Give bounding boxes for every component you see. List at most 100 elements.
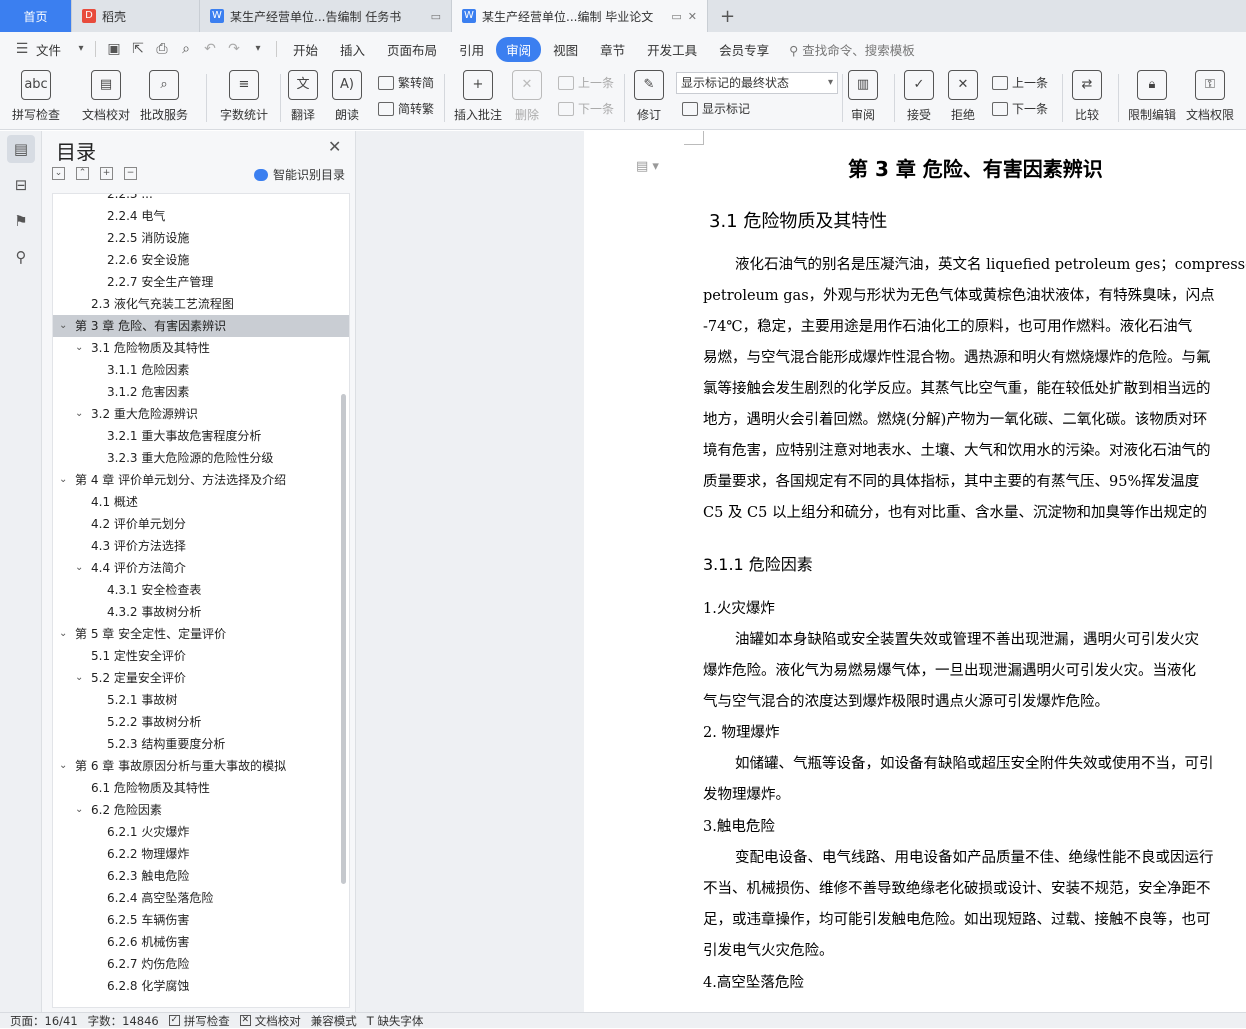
batch-service-button[interactable]: ⌕ 批改服务 [140, 70, 188, 123]
toc-item[interactable]: ⌄ 3.2 重大危险源辨识 [53, 403, 349, 425]
tab-task-book[interactable]: W 某生产经营单位...告编制 任务书 ▭ [200, 0, 452, 32]
remove-heading-icon[interactable]: − [124, 167, 137, 180]
chevron-down-icon[interactable]: ⌄ [59, 469, 67, 491]
doc-proof-toggle[interactable]: ✕ 文档校对 [239, 1013, 301, 1029]
toc-item[interactable]: 4.3.2 事故树分析 [53, 601, 349, 623]
close-icon[interactable]: ✕ [328, 137, 341, 156]
chevron-down-icon[interactable]: ⌄ [59, 315, 67, 337]
toc-item[interactable]: 6.2.4 高空坠落危险 [53, 887, 349, 909]
toc-item[interactable]: 6.1 危险物质及其特性 [53, 777, 349, 799]
chevron-down-icon[interactable]: ⌄ [75, 667, 83, 689]
doc-permission-button[interactable]: ⚿ 文档权限 [1186, 70, 1234, 123]
toc-item[interactable]: 6.2.6 机械伤害 [53, 931, 349, 953]
next-change-button[interactable]: 下一条 [992, 100, 1048, 117]
toc-item[interactable]: 2.2.4 电气 [53, 205, 349, 227]
delete-comment-button[interactable]: ✕ 删除 [512, 70, 542, 123]
doc-proof-button[interactable]: ▤ 文档校对 [82, 70, 130, 123]
menu-view[interactable]: 视图 [543, 37, 588, 62]
collapse-all-icon[interactable]: ⌄ [52, 167, 65, 180]
markup-mode-select[interactable]: 显示标记的最终状态 [676, 72, 838, 94]
spell-check-toggle[interactable]: ✓ 拼写检查 [168, 1013, 230, 1029]
reject-button[interactable]: ✕ 拒绝 [948, 70, 978, 123]
export-icon[interactable]: ⇱ [129, 41, 147, 57]
search-icon[interactable]: ⚲ [7, 243, 35, 271]
simp-to-trad-button[interactable]: 简转繁 [378, 100, 434, 117]
translate-button[interactable]: 文 翻译 [288, 70, 318, 123]
toc-item[interactable]: 3.2.1 重大事故危害程度分析 [53, 425, 349, 447]
track-changes-button[interactable]: ✎ 修订 [634, 70, 664, 123]
show-markup-button[interactable]: 显示标记 [682, 100, 750, 117]
toc-item[interactable]: ⌄ 第 4 章 评价单元划分、方法选择及介绍 [53, 469, 349, 491]
toc-item[interactable]: 2.2.6 安全设施 [53, 249, 349, 271]
toc-item[interactable]: 6.2.1 火灾爆炸 [53, 821, 349, 843]
bookmark-icon[interactable]: ⚑ [7, 207, 35, 235]
menu-member[interactable]: 会员专享 [709, 37, 779, 62]
menu-section[interactable]: 章节 [590, 37, 635, 62]
toc-item[interactable]: ⌄ 3.1 危险物质及其特性 [53, 337, 349, 359]
toc-item[interactable]: 4.2 评价单元划分 [53, 513, 349, 535]
toc-item[interactable]: ⌄ 4.4 评价方法简介 [53, 557, 349, 579]
chevron-down-icon[interactable]: ⌄ [59, 623, 67, 645]
next-comment-button[interactable]: 下一条 [558, 100, 614, 117]
review-pane-button[interactable]: ▥ 审阅 [848, 70, 878, 123]
tab-monitor-icon[interactable]: ▭ [431, 10, 441, 23]
menu-home[interactable]: 开始 [283, 37, 328, 62]
new-tab-icon[interactable]: + [708, 0, 747, 32]
toc-item[interactable]: ⌄ 5.2 定量安全评价 [53, 667, 349, 689]
toc-item[interactable]: 6.2.3 触电危险 [53, 865, 349, 887]
menu-file[interactable]: 文件 [34, 37, 71, 62]
toc-item[interactable]: ⌄ 第 3 章 危险、有害因素辨识 [53, 315, 349, 337]
menu-layout[interactable]: 页面布局 [377, 37, 447, 62]
toc-item[interactable]: 5.1 定性安全评价 [53, 645, 349, 667]
word-count-indicator[interactable]: 字数：14846 [88, 1013, 159, 1029]
toc-item[interactable]: 3.1.2 危害因素 [53, 381, 349, 403]
doc-options-icon[interactable]: ▤ ▾ [636, 159, 659, 174]
toc-item[interactable]: 6.2.2 物理爆炸 [53, 843, 349, 865]
toc-item[interactable]: 3.2.3 重大危险源的危险性分级 [53, 447, 349, 469]
chevron-down-icon[interactable]: ⌄ [75, 799, 83, 821]
toc-item[interactable]: ⌄ 第 6 章 事故原因分析与重大事故的模拟 [53, 755, 349, 777]
toc-item[interactable]: 2.2.3 ... [53, 194, 349, 205]
menu-insert[interactable]: 插入 [330, 37, 375, 62]
trad-to-simp-button[interactable]: 繁转简 [378, 74, 434, 91]
redo-icon[interactable]: ↷ [225, 41, 243, 57]
save-icon[interactable]: ▣ [105, 41, 123, 57]
smart-toc-button[interactable]: 智能识别目录 [254, 166, 345, 183]
menu-references[interactable]: 引用 [449, 37, 494, 62]
chevron-down-icon[interactable]: ⌄ [59, 755, 67, 777]
chevron-down-icon[interactable]: ⌄ [75, 557, 83, 579]
prev-change-button[interactable]: 上一条 [992, 74, 1048, 91]
command-search[interactable]: ⚲ 查找命令、搜索模板 [789, 40, 915, 59]
add-heading-icon[interactable]: + [100, 167, 113, 180]
more-icon[interactable]: ▾ [249, 41, 267, 57]
restrict-edit-button[interactable]: 🔒︎ 限制编辑 [1128, 70, 1176, 123]
close-icon[interactable]: ✕ [688, 10, 697, 23]
toc-item[interactable]: ⌄ 第 5 章 安全定性、定量评价 [53, 623, 349, 645]
toc-item[interactable]: 4.1 概述 [53, 491, 349, 513]
tab-daoke[interactable]: D 稻壳 [72, 0, 200, 32]
print-icon[interactable]: ⎙ [153, 41, 171, 57]
tab-monitor-icon[interactable]: ▭ [671, 10, 681, 23]
accept-button[interactable]: ✓ 接受 [904, 70, 934, 123]
toc-item[interactable]: 5.2.1 事故树 [53, 689, 349, 711]
word-count-button[interactable]: ≡ 字数统计 [220, 70, 268, 123]
toc-item[interactable]: 2.2.7 安全生产管理 [53, 271, 349, 293]
chevron-down-icon[interactable]: ▾ [76, 41, 86, 57]
missing-font-button[interactable]: T 缺失字体 [367, 1013, 424, 1029]
chevron-down-icon[interactable]: ⌄ [75, 337, 83, 359]
toc-item[interactable]: 2.3 液化气充装工艺流程图 [53, 293, 349, 315]
compare-button[interactable]: ⇄ 比较 [1072, 70, 1102, 123]
toc-item[interactable]: 4.3.1 安全检查表 [53, 579, 349, 601]
toc-item[interactable]: 5.2.3 结构重要度分析 [53, 733, 349, 755]
expand-up-icon[interactable]: ⌃ [76, 167, 89, 180]
tab-home[interactable]: 首页 [0, 0, 72, 32]
undo-icon[interactable]: ↶ [201, 41, 219, 57]
toc-item[interactable]: 6.2.8 化学腐蚀 [53, 975, 349, 997]
toc-item[interactable]: 5.2.2 事故树分析 [53, 711, 349, 733]
insert-comment-button[interactable]: + 插入批注 [454, 70, 502, 123]
tab-thesis[interactable]: W 某生产经营单位...编制 毕业论文 ▭ ✕ [452, 0, 708, 32]
toc-item[interactable]: ⌄ 6.2 危险因素 [53, 799, 349, 821]
menu-developer[interactable]: 开发工具 [637, 37, 707, 62]
spell-check-button[interactable]: abc 拼写检查 [12, 70, 60, 123]
toc-item[interactable]: 4.3 评价方法选择 [53, 535, 349, 557]
